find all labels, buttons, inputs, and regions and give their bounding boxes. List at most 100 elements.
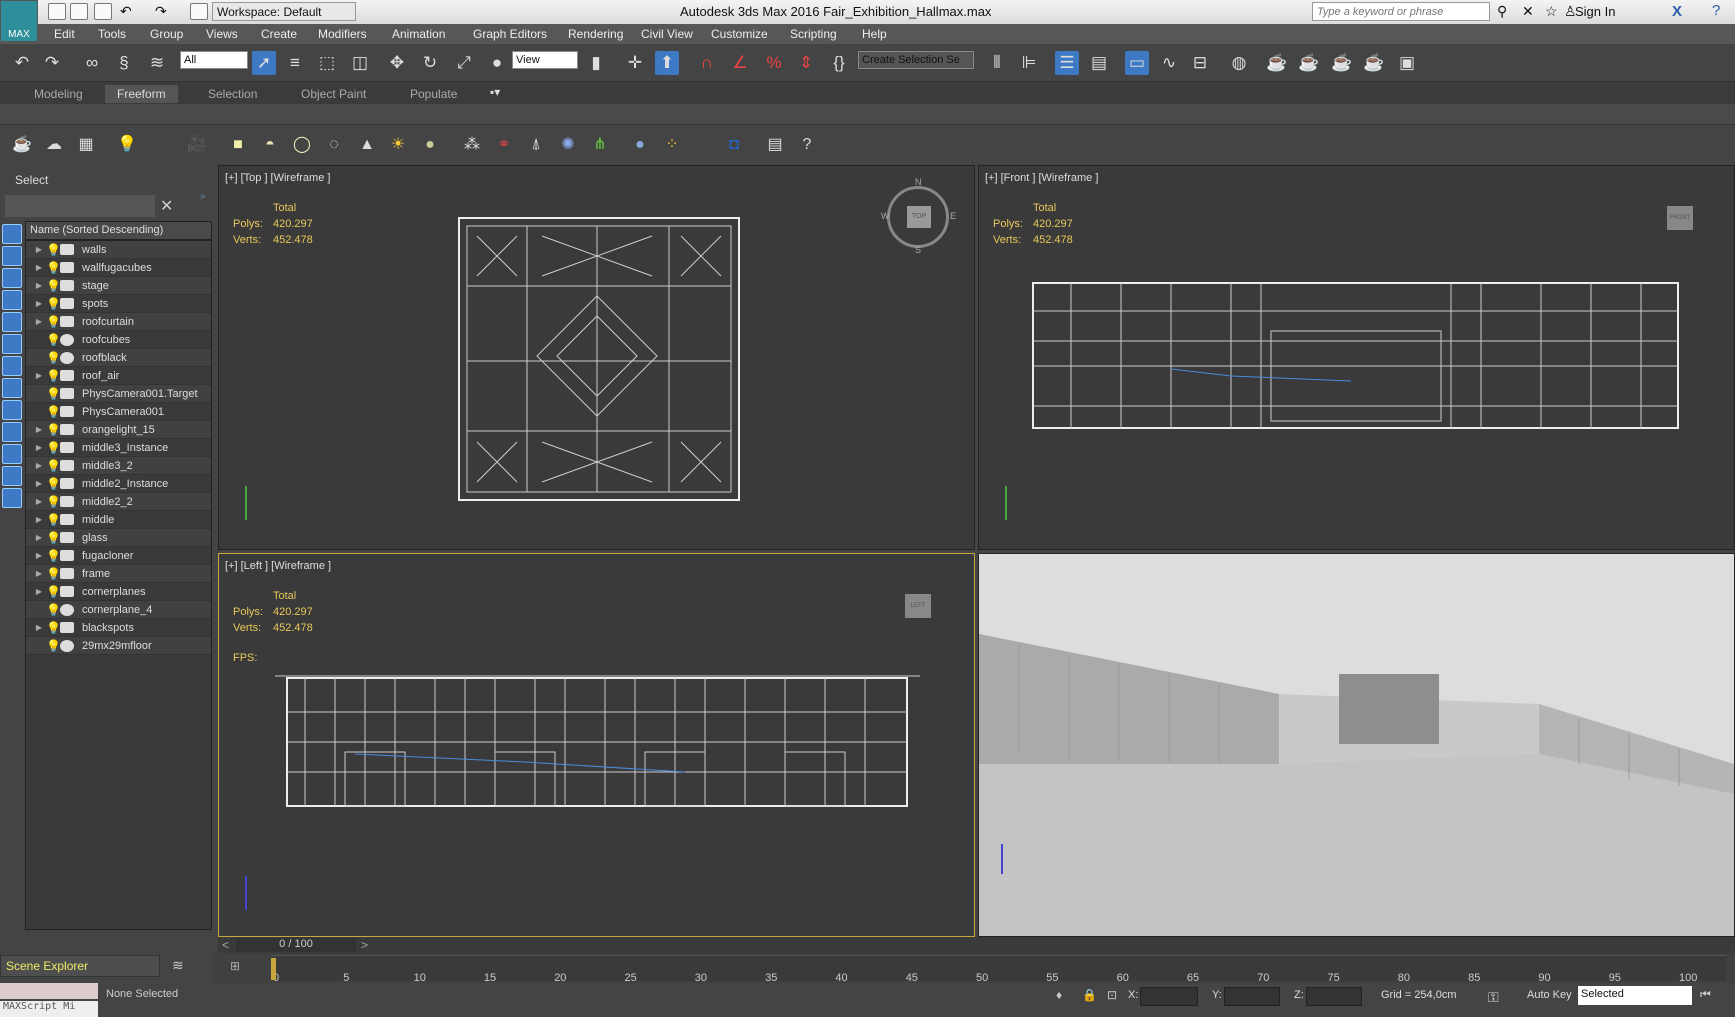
list-item[interactable]: ▶💡stage <box>26 277 211 295</box>
percent-snap-icon[interactable]: % <box>762 51 786 75</box>
angle-snap-icon[interactable]: ∠ <box>728 51 752 75</box>
viewport-label[interactable]: [+] [Front ] [Wireframe ] <box>985 172 1098 184</box>
set-key-icon[interactable]: ⚿ <box>1488 989 1499 1006</box>
link-icon[interactable]: ∞ <box>80 51 104 75</box>
scene-explorer-toggle-icon[interactable]: ☰ <box>1055 51 1079 75</box>
expand-icon[interactable]: » <box>200 191 206 202</box>
light-bulb-icon[interactable]: 💡 <box>46 333 60 347</box>
menu-views[interactable]: Views <box>206 27 238 41</box>
material-icon[interactable]: ▦ <box>74 133 98 157</box>
curve-editor-icon[interactable]: ∿ <box>1157 51 1181 75</box>
expand-arrow-icon[interactable]: ▶ <box>32 515 46 524</box>
absolute-mode-icon[interactable]: ⊡ <box>1107 988 1117 1002</box>
selection-filter-dropdown[interactable]: All <box>180 51 248 69</box>
menu-modifiers[interactable]: Modifiers <box>318 27 367 41</box>
expand-arrow-icon[interactable]: ▶ <box>32 551 46 560</box>
light-bulb-icon[interactable]: 💡 <box>46 621 60 635</box>
expand-arrow-icon[interactable]: ▶ <box>32 479 46 488</box>
sphere-icon[interactable]: ● <box>418 133 442 157</box>
spinner-snap-icon[interactable]: ⇕ <box>794 51 818 75</box>
edit-named-selection-icon[interactable]: {} <box>827 51 851 75</box>
menu-graph-editors[interactable]: Graph Editors <box>473 27 547 41</box>
render-region-icon[interactable]: ◘ <box>722 133 746 157</box>
expand-arrow-icon[interactable]: ▶ <box>32 245 46 254</box>
light-bulb-icon[interactable]: 💡 <box>46 477 60 491</box>
expand-arrow-icon[interactable]: ▶ <box>32 443 46 452</box>
material-editor-icon[interactable]: ◍ <box>1227 51 1251 75</box>
layers-icon[interactable]: ≋ <box>172 957 184 974</box>
scale-icon[interactable]: ⤢ <box>452 51 476 75</box>
display-filter-icon[interactable] <box>2 488 22 508</box>
search-input[interactable]: Type a keyword or phrase <box>1312 2 1490 21</box>
viewport-perspective[interactable] <box>978 553 1735 937</box>
render-setup-icon[interactable]: ☕ <box>1265 51 1289 75</box>
tab-selection[interactable]: Selection <box>196 85 269 103</box>
list-item[interactable]: ▶💡middle <box>26 511 211 529</box>
window-crossing-icon[interactable]: ◫ <box>348 51 372 75</box>
list-item[interactable]: ▶💡fugacloner <box>26 547 211 565</box>
list-item[interactable]: ▶💡cornerplanes <box>26 583 211 601</box>
app-menu-button[interactable]: MAX <box>0 0 38 42</box>
list-item[interactable]: ▶💡middle3_Instance <box>26 439 211 457</box>
tab-freeform[interactable]: Freeform <box>105 85 178 103</box>
display-filter-icon[interactable] <box>2 378 22 398</box>
viewcube[interactable]: FRONT <box>1667 206 1693 230</box>
list-item[interactable]: ▶💡spots <box>26 295 211 313</box>
display-filter-icon[interactable] <box>2 312 22 332</box>
undo-icon[interactable]: ↶ <box>120 3 138 20</box>
auto-key-button[interactable]: Auto Key <box>1527 989 1572 1001</box>
light-bulb-icon[interactable]: 💡 <box>46 387 60 401</box>
teapot-icon[interactable]: ☕ <box>10 133 34 157</box>
ribbon-toggle-icon[interactable]: ▭ <box>1125 51 1149 75</box>
list-item[interactable]: ▶💡roofcurtain <box>26 313 211 331</box>
display-filter-icon[interactable] <box>2 224 22 244</box>
list-item[interactable]: 💡PhysCamera001 <box>26 403 211 421</box>
tab-populate[interactable]: Populate <box>398 85 469 103</box>
light-bulb-icon[interactable]: 💡 <box>46 585 60 599</box>
reference-coordinate-dropdown[interactable]: View <box>512 51 578 69</box>
list-item[interactable]: ▶💡middle2_Instance <box>26 475 211 493</box>
binoculars-icon[interactable]: ⚲ <box>1497 3 1507 20</box>
tower-icon[interactable]: ⍋ <box>524 133 548 157</box>
mirror-icon[interactable]: ⫴ <box>985 51 1009 75</box>
light-bulb-icon[interactable]: 💡 <box>46 567 60 581</box>
keyboard-shortcut-toggle-icon[interactable]: ⬆ <box>655 51 679 75</box>
favorites-star-icon[interactable]: ☆ <box>1545 3 1558 20</box>
light-bulb-icon[interactable]: 💡 <box>46 243 60 257</box>
list-item[interactable]: ▶💡orangelight_15 <box>26 421 211 439</box>
z-coordinate-input[interactable] <box>1306 987 1362 1006</box>
render-production-icon[interactable]: ☕ <box>1330 51 1354 75</box>
select-object-icon[interactable]: ➚ <box>252 51 276 75</box>
list-item[interactable]: ▶💡blackspots <box>26 619 211 637</box>
viewport-left[interactable]: [+] [Left ] [Wireframe ] Total Polys:420… <box>218 553 975 937</box>
redo-icon[interactable]: ↷ <box>155 3 173 20</box>
viewport-front[interactable]: [+] [Front ] [Wireframe ] Total Polys:42… <box>978 165 1735 550</box>
list-item[interactable]: 💡cornerplane_4 <box>26 601 211 619</box>
expand-arrow-icon[interactable]: ▶ <box>32 497 46 506</box>
track-ruler[interactable]: 0510152025303540455055606570758085909510… <box>271 955 1726 981</box>
list-item[interactable]: ▶💡frame <box>26 565 211 583</box>
explorer-search-input[interactable] <box>5 195 155 217</box>
color-dots-icon[interactable]: ⁘ <box>660 133 684 157</box>
align-icon[interactable]: ⊫ <box>1017 51 1041 75</box>
camera-icon[interactable]: 🎥 <box>185 133 209 157</box>
track-bar[interactable]: ⊞ 05101520253035404550556065707580859095… <box>213 953 1735 983</box>
open-file-icon[interactable] <box>70 3 88 20</box>
list-item[interactable]: ▶💡middle3_2 <box>26 457 211 475</box>
display-filter-icon[interactable] <box>2 466 22 486</box>
render-in-cloud-icon[interactable]: ☕ <box>1362 51 1386 75</box>
expand-arrow-icon[interactable]: ▶ <box>32 263 46 272</box>
menu-group[interactable]: Group <box>150 27 183 41</box>
select-manipulate-icon[interactable]: ✛ <box>623 51 647 75</box>
display-filter-icon[interactable] <box>2 444 22 464</box>
light-bulb-icon[interactable]: 💡 <box>46 513 60 527</box>
list-item[interactable]: 💡PhysCamera001.Target <box>26 385 211 403</box>
name-column-header[interactable]: Name (Sorted Descending) <box>25 221 212 240</box>
viewcube-face[interactable]: TOP <box>907 206 931 228</box>
expand-arrow-icon[interactable]: ▶ <box>32 461 46 470</box>
light-bulb-icon[interactable]: 💡 <box>46 351 60 365</box>
y-coordinate-input[interactable] <box>1224 987 1280 1006</box>
sun-icon[interactable]: ☀ <box>386 133 410 157</box>
snaps-toggle-icon[interactable]: ∩ <box>695 51 719 75</box>
layer-explorer-icon[interactable]: ▤ <box>1087 51 1111 75</box>
